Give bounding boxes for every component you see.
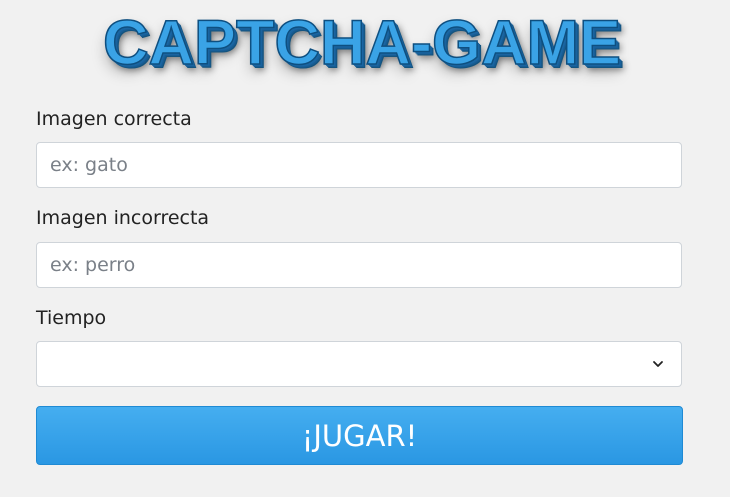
incorrect-image-label: Imagen incorrecta xyxy=(36,207,210,229)
incorrect-image-input[interactable] xyxy=(36,242,682,288)
chevron-down-icon xyxy=(653,361,663,367)
correct-image-label: Imagen correcta xyxy=(36,108,192,130)
correct-image-input[interactable] xyxy=(36,142,682,188)
play-button[interactable]: ¡JUGAR! xyxy=(36,406,683,465)
time-select[interactable] xyxy=(36,341,682,387)
game-logo: CAPTCHA-GAME xyxy=(102,7,621,79)
time-label: Tiempo xyxy=(36,307,107,329)
